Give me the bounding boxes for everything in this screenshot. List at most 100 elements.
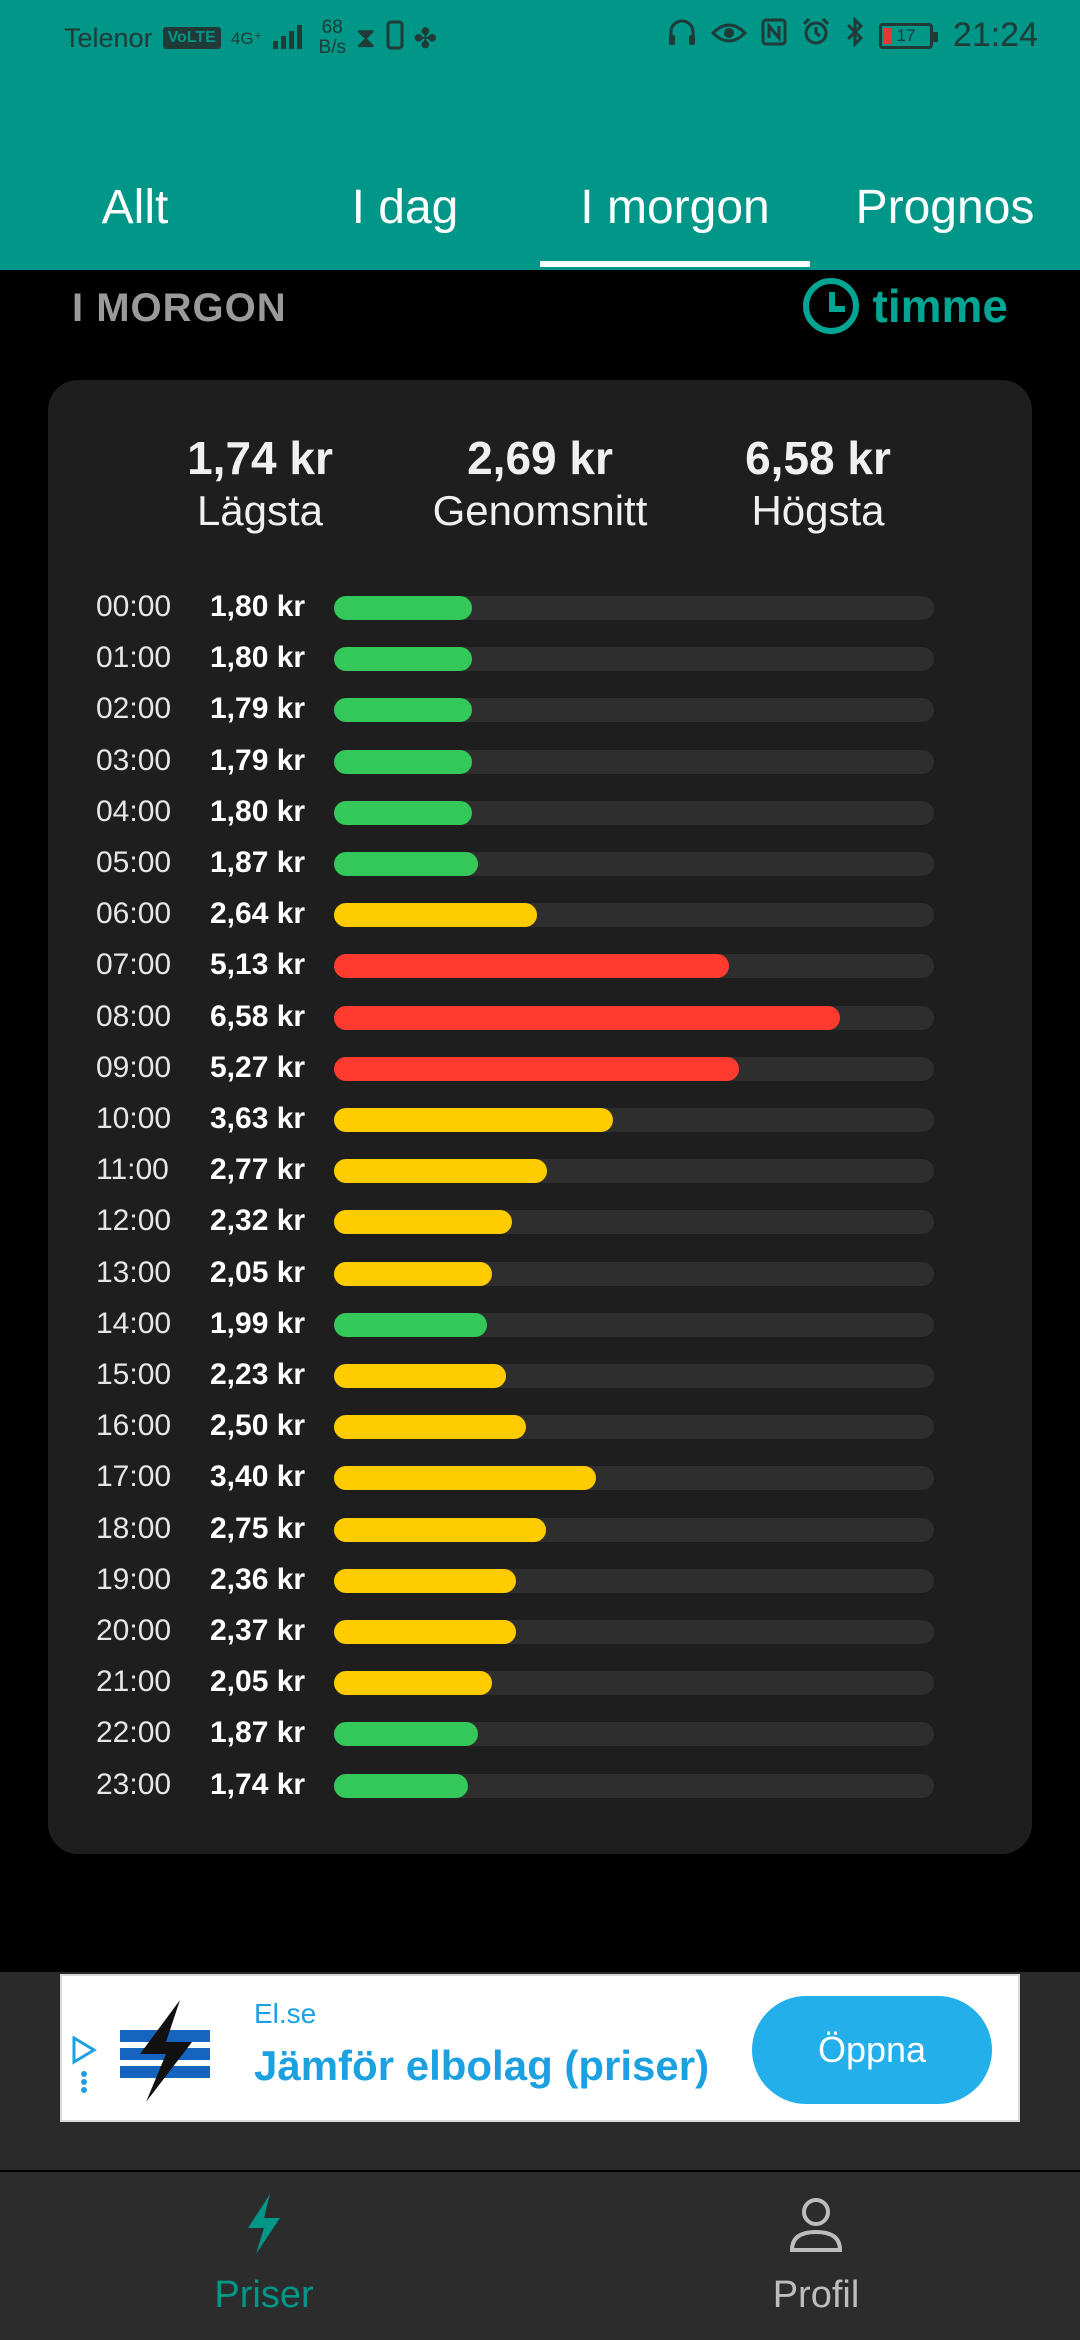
price-bar-track bbox=[334, 954, 934, 978]
price-bar bbox=[334, 1210, 512, 1234]
row-hour: 02:00 bbox=[96, 692, 172, 725]
row-price: 2,36 kr bbox=[210, 1563, 306, 1596]
hourglass-icon: ⧗ bbox=[355, 21, 376, 53]
average-label: Genomsnitt bbox=[432, 487, 648, 534]
price-bar-track bbox=[334, 1620, 934, 1644]
price-bar-track bbox=[334, 750, 934, 774]
price-row: 12:00 2,32 kr bbox=[48, 1194, 1032, 1245]
ad-info-icon[interactable] bbox=[70, 2035, 100, 2093]
highest-label: Högsta bbox=[751, 487, 885, 534]
price-row: 05:00 1,87 kr bbox=[48, 836, 1032, 887]
row-hour: 17:00 bbox=[96, 1460, 172, 1493]
tab-i-morgon[interactable]: I morgon bbox=[540, 180, 810, 235]
price-row: 08:00 6,58 kr bbox=[48, 990, 1032, 1041]
price-bar-track bbox=[334, 698, 934, 722]
price-row: 20:00 2,37 kr bbox=[48, 1604, 1032, 1655]
price-bar bbox=[334, 1620, 516, 1644]
price-bar bbox=[334, 954, 729, 978]
price-bar bbox=[334, 801, 472, 825]
row-hour: 15:00 bbox=[96, 1358, 172, 1391]
fan-icon: ✤ bbox=[413, 22, 438, 54]
price-bar bbox=[334, 852, 478, 876]
row-hour: 07:00 bbox=[96, 948, 172, 981]
row-price: 2,32 kr bbox=[210, 1204, 306, 1237]
average-value: 2,69 kr bbox=[467, 432, 613, 484]
row-hour: 22:00 bbox=[96, 1716, 172, 1749]
price-bar-track bbox=[334, 903, 934, 927]
price-row: 10:00 3,63 kr bbox=[48, 1092, 1032, 1143]
price-bar-track bbox=[334, 1159, 934, 1183]
row-price: 2,37 kr bbox=[210, 1614, 306, 1647]
clock-time: 21:24 bbox=[952, 16, 1038, 54]
tab-allt[interactable]: Allt bbox=[0, 180, 270, 235]
price-summary: 1,74 kr Lägsta 2,69 kr Genomsnitt 6,58 k… bbox=[48, 430, 1032, 550]
price-bar-track bbox=[334, 1466, 934, 1490]
price-bar-track bbox=[334, 1006, 934, 1030]
price-bar-track bbox=[334, 647, 934, 671]
row-price: 5,27 kr bbox=[210, 1051, 306, 1084]
price-bar bbox=[334, 647, 472, 671]
price-bar bbox=[334, 1415, 526, 1439]
tab-prognos[interactable]: Prognos bbox=[810, 180, 1080, 235]
row-price: 3,63 kr bbox=[210, 1102, 306, 1135]
price-bar bbox=[334, 1518, 546, 1542]
price-row: 14:00 1,99 kr bbox=[48, 1297, 1032, 1348]
row-price: 2,05 kr bbox=[210, 1665, 306, 1698]
price-bar-track bbox=[334, 852, 934, 876]
ad-title[interactable]: Jämför elbolag (priser) bbox=[254, 2042, 709, 2090]
row-hour: 00:00 bbox=[96, 590, 172, 623]
price-row: 02:00 1,79 kr bbox=[48, 682, 1032, 733]
price-bar-track bbox=[334, 1313, 934, 1337]
row-price: 1,79 kr bbox=[210, 744, 306, 777]
price-bar bbox=[334, 1364, 506, 1388]
nav-priser[interactable]: Priser bbox=[114, 2192, 414, 2317]
interval-toggle[interactable]: timme bbox=[802, 278, 1008, 334]
price-row: 00:00 1,80 kr bbox=[48, 580, 1032, 631]
carrier-name: Telenor bbox=[64, 22, 153, 53]
price-row: 01:00 1,80 kr bbox=[48, 631, 1032, 682]
row-hour: 16:00 bbox=[96, 1409, 172, 1442]
price-bar bbox=[334, 1774, 468, 1798]
price-bar bbox=[334, 1159, 547, 1183]
row-price: 2,77 kr bbox=[210, 1153, 306, 1186]
row-hour: 06:00 bbox=[96, 897, 172, 930]
battery-icon: 17 bbox=[878, 22, 938, 49]
clock-icon bbox=[802, 278, 859, 334]
price-row: 18:00 2,75 kr bbox=[48, 1502, 1032, 1553]
summary-average: 2,69 kr Genomsnitt bbox=[400, 430, 680, 536]
row-price: 1,74 kr bbox=[210, 1768, 306, 1801]
price-row: 03:00 1,79 kr bbox=[48, 734, 1032, 785]
price-bar bbox=[334, 1057, 739, 1081]
row-price: 1,87 kr bbox=[210, 1716, 306, 1749]
row-hour: 14:00 bbox=[96, 1307, 172, 1340]
lowest-label: Lägsta bbox=[196, 487, 324, 534]
price-row: 23:00 1,74 kr bbox=[48, 1758, 1032, 1809]
alarm-icon bbox=[801, 17, 831, 54]
row-hour: 21:00 bbox=[96, 1665, 172, 1698]
active-tab-indicator bbox=[540, 261, 810, 267]
person-icon bbox=[786, 2192, 846, 2256]
section-title: I MORGON bbox=[72, 286, 287, 330]
interval-label: timme bbox=[872, 280, 1008, 332]
ad-open-button[interactable]: Öppna bbox=[752, 1996, 992, 2104]
price-bar-track bbox=[334, 1210, 934, 1234]
price-bar bbox=[334, 1108, 613, 1132]
price-bar-track bbox=[334, 1722, 934, 1746]
row-hour: 03:00 bbox=[96, 744, 172, 777]
tab-i-dag[interactable]: I dag bbox=[270, 180, 540, 235]
price-row: 21:00 2,05 kr bbox=[48, 1655, 1032, 1706]
price-bar-track bbox=[334, 801, 934, 825]
row-price: 2,50 kr bbox=[210, 1409, 306, 1442]
price-row: 16:00 2,50 kr bbox=[48, 1399, 1032, 1450]
network-type: 4G⁺ bbox=[230, 28, 263, 48]
row-price: 2,05 kr bbox=[210, 1256, 306, 1289]
price-bar-track bbox=[334, 596, 934, 620]
network-speed: 68 B/s bbox=[319, 18, 346, 58]
signal-icon bbox=[272, 21, 309, 56]
nav-profil[interactable]: Profil bbox=[666, 2192, 966, 2317]
price-bar bbox=[334, 1466, 596, 1490]
eye-icon bbox=[710, 20, 748, 52]
row-hour: 11:00 bbox=[96, 1153, 169, 1186]
speed-value: 68 bbox=[321, 17, 343, 38]
ad-banner[interactable]: El.se Jämför elbolag (priser) Öppna bbox=[60, 1974, 1020, 2122]
